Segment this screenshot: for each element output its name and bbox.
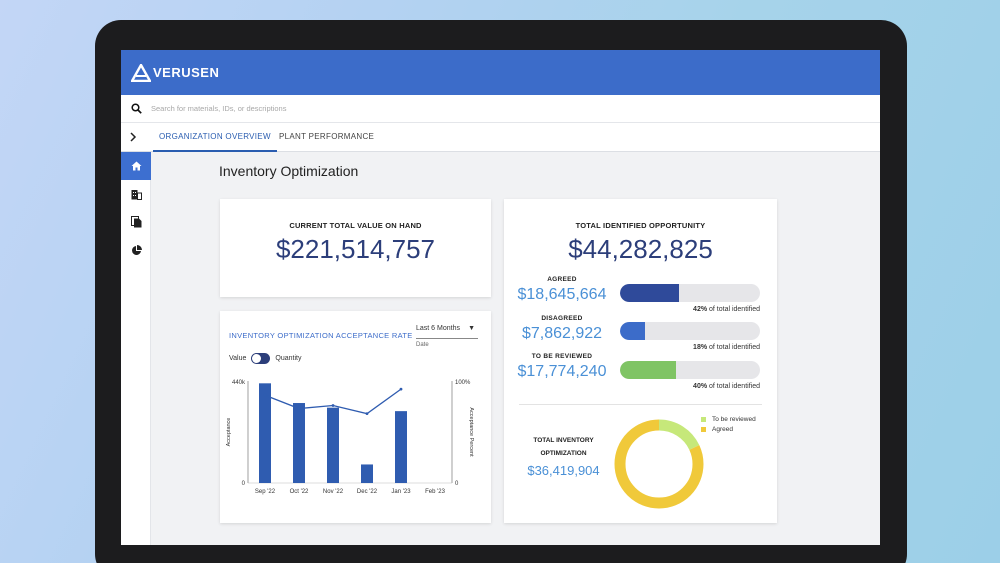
line-point <box>297 407 301 410</box>
line-point <box>399 387 403 391</box>
sidebar-item-home[interactable] <box>121 152 151 180</box>
total-optimization-value: $36,419,904 <box>527 463 600 478</box>
sidebar <box>121 152 151 545</box>
acceptance-rate-card: INVENTORY OPTIMIZATION ACCEPTANCE RATE L… <box>220 311 491 523</box>
y2-tick-label: 100% <box>455 380 471 386</box>
sidebar-item-documents[interactable] <box>121 208 151 236</box>
line-point <box>331 404 335 407</box>
to-be-reviewed-caption: 40% of total identified <box>693 383 760 390</box>
documents-icon <box>130 216 141 228</box>
bar <box>361 464 373 483</box>
agreed-bar-fill <box>620 284 679 302</box>
search-icon[interactable] <box>121 103 151 114</box>
legend-label-to-be-reviewed: To be reviewed <box>712 416 756 423</box>
opportunity-amount: $44,282,825 <box>568 234 713 264</box>
agreed-caption: 42% of total identified <box>693 306 760 313</box>
legend-item-to-be-reviewed: To be reviewed <box>701 416 756 423</box>
to-be-reviewed-value: $17,774,240 <box>517 363 607 380</box>
search-bar <box>121 95 880 123</box>
donut-legend: To be reviewed Agreed <box>701 416 756 436</box>
chevron-right-icon[interactable] <box>129 131 137 145</box>
top-bar: VERUSEN <box>121 50 880 95</box>
toggle-label-quantity: Quantity <box>275 355 302 362</box>
sidebar-item-buildings[interactable] <box>121 180 151 208</box>
disagreed-caption: 18% of total identified <box>693 344 760 351</box>
disagreed-bar-fill <box>620 322 646 340</box>
disagreed-bar <box>620 322 760 340</box>
value-on-hand-amount: $221,514,757 <box>275 234 436 264</box>
line-point <box>365 412 369 416</box>
date-range-label: Date <box>416 342 429 348</box>
opportunity-card: TOTAL IDENTIFIED OPPORTUNITY $44,282,825… <box>504 199 777 523</box>
opportunity-label: TOTAL IDENTIFIED OPPORTUNITY <box>575 221 706 230</box>
bar <box>293 403 305 483</box>
y-tick-label: 0 <box>242 481 246 487</box>
tab-bar: ORGANIZATION OVERVIEW PLANT PERFORMANCE <box>121 123 880 152</box>
tab-plant-performance[interactable]: PLANT PERFORMANCE <box>279 123 374 152</box>
building-icon <box>131 189 142 200</box>
bar <box>259 383 271 483</box>
tab-organization-overview[interactable]: ORGANIZATION OVERVIEW <box>153 123 277 152</box>
value-on-hand-label: CURRENT TOTAL VALUE ON HAND <box>289 221 422 230</box>
total-optimization-label: TOTAL INVENTORY OPTIMIZATION <box>533 437 594 457</box>
disagreed-label: DISAGREED <box>541 315 583 322</box>
x-tick-label: Jan '23 <box>391 489 411 495</box>
value-quantity-toggle-row: Value Quantity <box>229 353 301 364</box>
acceptance-chart: 440k 0 100% 0 Acceptance Acceptance Percent Se… <box>226 380 474 495</box>
bar <box>327 407 339 483</box>
section-divider <box>519 404 762 405</box>
search-input[interactable] <box>151 104 751 113</box>
legend-swatch-to-be-reviewed <box>701 417 706 422</box>
y2-tick-label: 0 <box>455 481 459 487</box>
to-be-reviewed-bar-fill <box>620 361 676 379</box>
to-be-reviewed-label: TO BE REVIEWED <box>531 353 593 360</box>
sidebar-item-reports[interactable] <box>121 236 151 264</box>
bar <box>395 411 407 483</box>
home-icon <box>131 161 141 171</box>
line-point <box>263 393 267 397</box>
date-range-value: Last 6 Months <box>416 325 460 332</box>
legend-label-agreed: Agreed <box>712 426 733 433</box>
x-tick-label: Feb '23 <box>425 489 445 495</box>
page-title: Inventory Optimization <box>219 163 359 179</box>
optimization-donut-chart <box>614 419 704 509</box>
toggle-label-value: Value <box>229 355 247 362</box>
disagreed-value: $7,862,922 <box>521 325 603 342</box>
pie-chart-icon <box>131 244 142 255</box>
x-tick-label: Oct '22 <box>290 489 309 495</box>
legend-swatch-agreed <box>701 427 706 432</box>
acceptance-chart-title: INVENTORY OPTIMIZATION ACCEPTANCE RATE <box>229 331 413 340</box>
x-tick-label: Nov '22 <box>323 489 344 495</box>
y-tick-label: 440k <box>232 380 246 386</box>
legend-item-agreed: Agreed <box>701 426 756 433</box>
date-range-select[interactable]: Last 6 Months ▼ <box>416 325 478 339</box>
value-on-hand-card: CURRENT TOTAL VALUE ON HAND $221,514,757 <box>220 199 491 297</box>
agreed-label: AGREED <box>547 276 577 283</box>
app-screen: VERUSEN ORGANIZATION OVERVIEW PLANT PERF… <box>121 50 880 545</box>
agreed-bar <box>620 284 760 302</box>
agreed-value: $18,645,664 <box>517 286 607 303</box>
dropdown-arrow-icon: ▼ <box>468 325 475 332</box>
value-quantity-toggle[interactable] <box>251 353 271 364</box>
x-tick-label: Dec '22 <box>357 489 378 495</box>
x-tick-label: Sep '22 <box>255 489 276 495</box>
brand-name: VERUSEN <box>153 65 220 80</box>
verusen-logo-icon <box>131 63 151 82</box>
y-axis-label: Acceptance <box>226 418 232 447</box>
to-be-reviewed-bar <box>620 361 760 379</box>
y2-axis-label: Acceptance Percent <box>468 407 474 457</box>
